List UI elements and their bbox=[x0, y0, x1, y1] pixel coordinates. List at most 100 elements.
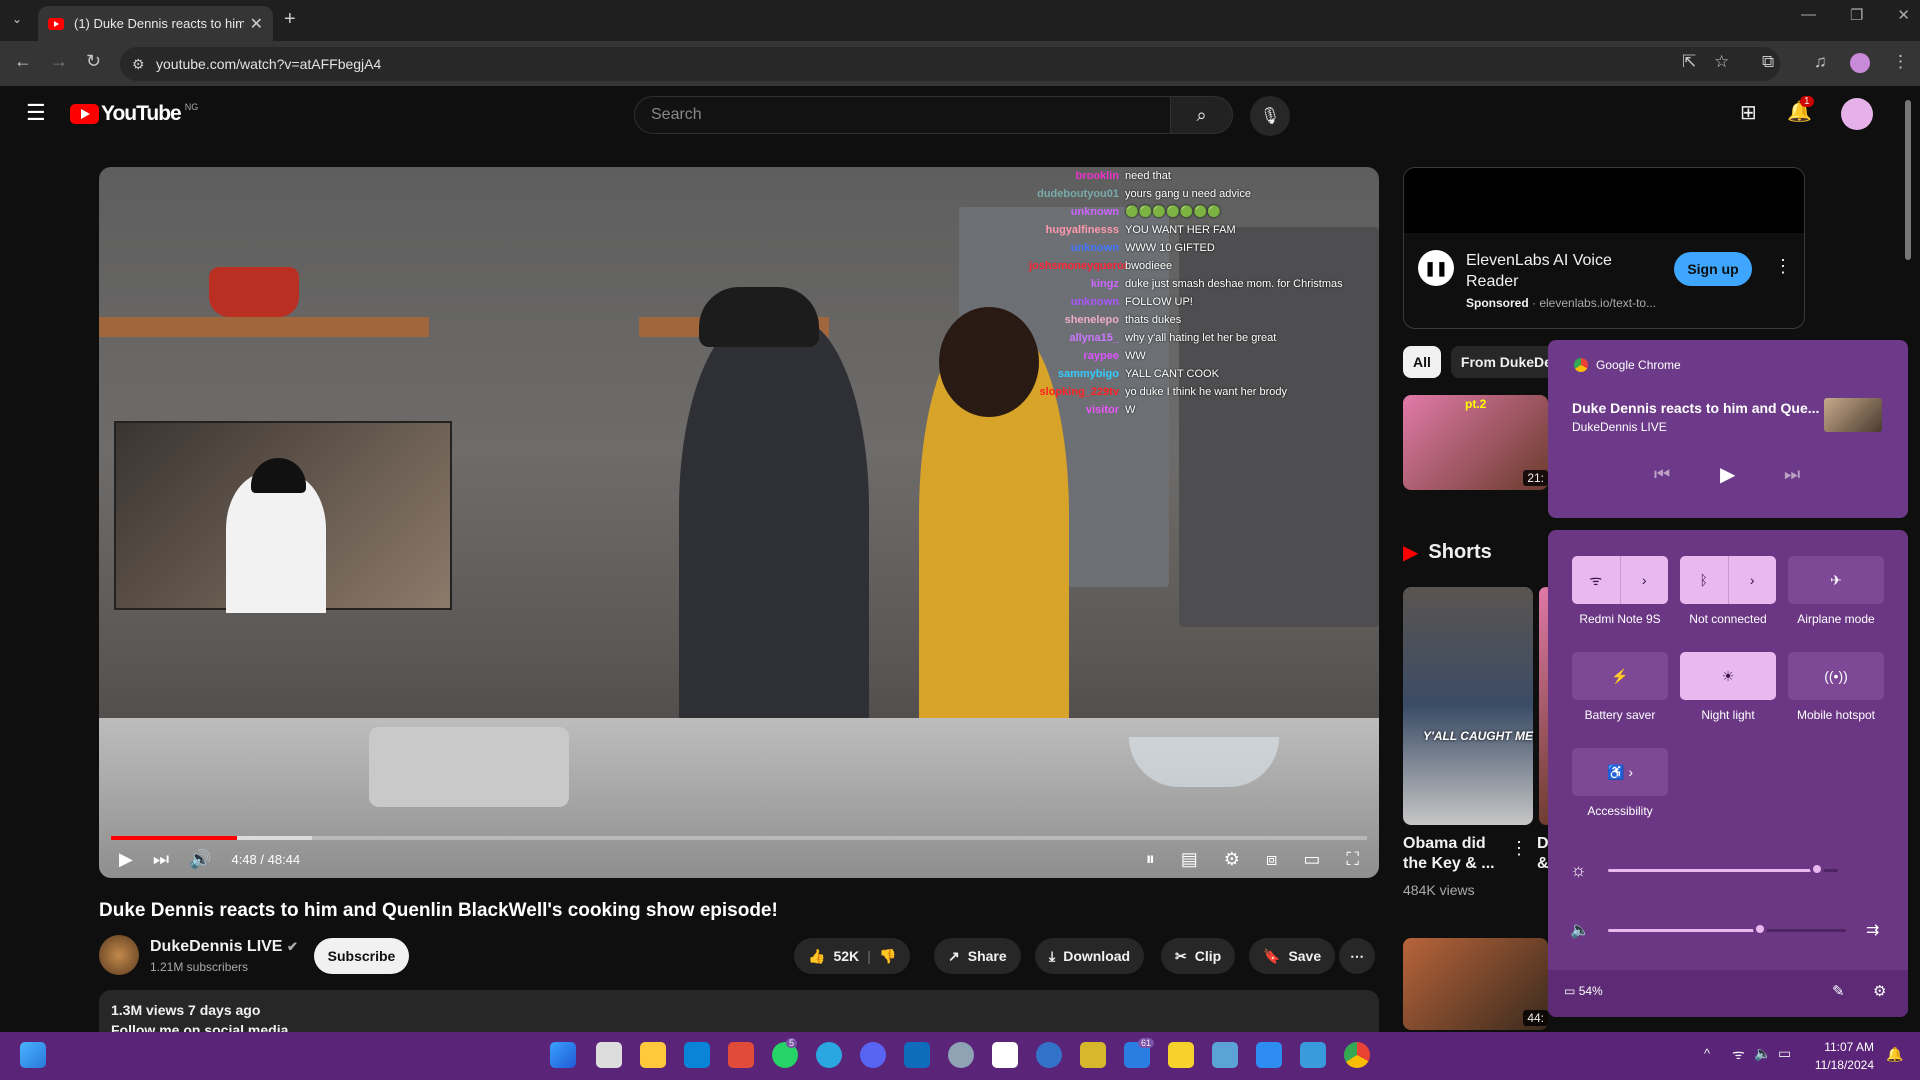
media-control-icon[interactable]: ♫ bbox=[1814, 52, 1827, 72]
profile-avatar[interactable] bbox=[1850, 53, 1870, 73]
wifi-chevron-icon[interactable]: › bbox=[1621, 572, 1669, 588]
close-window-icon[interactable]: ✕ bbox=[1897, 6, 1910, 24]
forward-icon[interactable]: → bbox=[50, 51, 68, 72]
media-previous-icon[interactable]: ⏮ bbox=[1654, 464, 1670, 485]
app-grid-icon[interactable] bbox=[1080, 1042, 1106, 1068]
play-icon[interactable]: ▶ bbox=[119, 849, 133, 870]
store-icon[interactable] bbox=[992, 1042, 1018, 1068]
chip-all[interactable]: All bbox=[1403, 346, 1441, 378]
battery-tray-icon[interactable]: ▭ bbox=[1778, 1045, 1791, 1062]
sponsored-ad-card[interactable]: ❚❚ ElevenLabs AI Voice Reader Sponsored … bbox=[1403, 167, 1805, 329]
airplane-mode-tile[interactable]: ✈ bbox=[1788, 556, 1884, 604]
ad-signup-button[interactable]: Sign up bbox=[1674, 252, 1752, 286]
youtube-logo[interactable]: YouTube NG bbox=[70, 102, 198, 126]
media-next-icon[interactable]: ⏭ bbox=[1784, 464, 1800, 485]
brightness-slider[interactable] bbox=[1608, 869, 1838, 872]
related-video-thumbnail-2[interactable]: 44: bbox=[1403, 938, 1548, 1030]
subscribe-button[interactable]: Subscribe bbox=[314, 938, 409, 974]
volume-tray-icon[interactable]: 🔈 bbox=[1754, 1045, 1771, 1062]
scrollbar-thumb[interactable] bbox=[1905, 100, 1911, 260]
wifi-tray-icon[interactable]: ᯤ bbox=[1732, 1045, 1745, 1064]
volume-slider[interactable] bbox=[1608, 929, 1846, 932]
azure-icon[interactable] bbox=[1300, 1042, 1326, 1068]
telegram-icon[interactable] bbox=[816, 1042, 842, 1068]
wifi-tile[interactable]: ᯤ › bbox=[1572, 556, 1668, 604]
discord-icon[interactable] bbox=[860, 1042, 886, 1068]
notification-center-icon[interactable]: 🔔 bbox=[1886, 1046, 1903, 1063]
chip-from-channel[interactable]: From DukeDe bbox=[1450, 346, 1562, 378]
task-view-icon[interactable] bbox=[596, 1042, 622, 1068]
subtitles-icon[interactable]: ▤ bbox=[1181, 849, 1198, 870]
show-hidden-icons[interactable]: ^ bbox=[1704, 1046, 1710, 1061]
extensions-icon[interactable]: ⧉ bbox=[1762, 52, 1774, 72]
short-menu-icon[interactable]: ⋮ bbox=[1510, 838, 1528, 859]
menu-dots-icon[interactable]: ⋮ bbox=[1892, 52, 1909, 72]
open-in-app-icon[interactable]: ⇱ bbox=[1682, 52, 1696, 72]
close-tab-icon[interactable]: ✕ bbox=[250, 14, 263, 34]
back-icon[interactable]: ← bbox=[14, 51, 32, 72]
search-input[interactable]: Search bbox=[634, 96, 1171, 134]
save-button[interactable]: 🔖 Save bbox=[1249, 938, 1336, 974]
sticky-notes-icon[interactable] bbox=[1168, 1042, 1194, 1068]
voice-search-button[interactable]: 🎙 bbox=[1250, 96, 1290, 136]
like-icon[interactable]: 👍 bbox=[808, 948, 825, 965]
minimize-icon[interactable]: — bbox=[1801, 6, 1816, 24]
related-video-thumbnail[interactable]: pt.2 21: bbox=[1403, 395, 1548, 490]
new-tab-button[interactable]: + bbox=[284, 8, 296, 31]
like-count[interactable]: 52K bbox=[833, 948, 859, 964]
address-bar[interactable]: ⚙ youtube.com/watch?v=atAFFbegjA4 bbox=[120, 47, 1780, 81]
theater-mode-icon[interactable]: ▭ bbox=[1303, 849, 1320, 870]
mobile-hotspot-tile[interactable]: ((•)) bbox=[1788, 652, 1884, 700]
volume-icon[interactable]: 🔊 bbox=[189, 849, 211, 870]
restore-icon[interactable]: ❐ bbox=[1850, 6, 1863, 24]
bookmark-star-icon[interactable]: ☆ bbox=[1714, 52, 1729, 72]
settings-icon[interactable]: ⚙ bbox=[1873, 982, 1886, 1000]
browser-tab[interactable]: (1) Duke Dennis reacts to him a ✕ bbox=[38, 6, 273, 41]
pdf-app-icon[interactable] bbox=[728, 1042, 754, 1068]
widgets-icon[interactable] bbox=[20, 1042, 46, 1068]
create-video-icon[interactable]: ⊞ bbox=[1740, 100, 1757, 125]
battery-saver-tile[interactable]: ⚡ bbox=[1572, 652, 1668, 700]
audio-output-icon[interactable]: ⇉ bbox=[1866, 920, 1879, 940]
ad-menu-icon[interactable]: ⋮ bbox=[1774, 256, 1792, 277]
clock[interactable]: 11:07 AM 11/18/2024 bbox=[1815, 1038, 1874, 1074]
edit-pencil-icon[interactable]: ✎ bbox=[1832, 982, 1845, 1000]
autoplay-toggle-icon[interactable]: ⏸ bbox=[1146, 849, 1155, 870]
settings-app-icon[interactable] bbox=[948, 1042, 974, 1068]
site-info-icon[interactable]: ⚙ bbox=[132, 56, 145, 73]
start-windows-icon[interactable] bbox=[550, 1042, 576, 1068]
share-button[interactable]: ↗ Share bbox=[934, 938, 1021, 974]
night-light-tile[interactable]: ☀ bbox=[1680, 652, 1776, 700]
settings-gear-icon[interactable]: ⚙ bbox=[1224, 849, 1240, 870]
channel-avatar[interactable] bbox=[99, 935, 139, 975]
clip-button[interactable]: ✂ Clip bbox=[1161, 938, 1236, 974]
bluetooth-tile[interactable]: ᛒ › bbox=[1680, 556, 1776, 604]
brightness-knob[interactable] bbox=[1809, 862, 1824, 876]
hamburger-menu-icon[interactable]: ☰ bbox=[26, 100, 46, 126]
search-button[interactable]: ⌕ bbox=[1170, 96, 1233, 134]
reload-icon[interactable]: ↻ bbox=[86, 51, 101, 72]
bluetooth-chevron-icon[interactable]: › bbox=[1729, 572, 1777, 588]
next-icon[interactable]: ⏭ bbox=[153, 849, 169, 870]
file-explorer-icon[interactable] bbox=[640, 1042, 666, 1068]
volume-knob[interactable] bbox=[1752, 922, 1767, 936]
short-thumbnail-1[interactable]: Y'ALL CAUGHT ME bbox=[1403, 587, 1533, 825]
media-play-icon[interactable]: ▶ bbox=[1720, 462, 1735, 487]
account-avatar[interactable] bbox=[1841, 98, 1873, 130]
short-title-1[interactable]: Obama did the Key & ... bbox=[1403, 834, 1503, 874]
description-box[interactable]: 1.3M views 7 days ago Follow me on socia… bbox=[99, 990, 1379, 1034]
chrome-taskbar-icon[interactable] bbox=[1344, 1042, 1370, 1068]
download-button[interactable]: ⤓ Download bbox=[1035, 938, 1145, 974]
ad-pause-icon[interactable]: ❚❚ bbox=[1418, 250, 1454, 286]
photos-icon[interactable] bbox=[1212, 1042, 1238, 1068]
more-actions-button[interactable]: ⋯ bbox=[1339, 938, 1375, 974]
fullscreen-icon[interactable]: ⛶ bbox=[1346, 849, 1359, 870]
dislike-icon[interactable]: 👎 bbox=[879, 948, 896, 965]
tab-search-icon[interactable]: ⌄ bbox=[12, 12, 22, 26]
outlook-icon[interactable] bbox=[904, 1042, 930, 1068]
channel-name[interactable]: DukeDennis LIVE ✔ bbox=[150, 938, 298, 956]
miniplayer-icon[interactable]: ⧈ bbox=[1266, 849, 1277, 870]
snipping-tool-icon[interactable] bbox=[1256, 1042, 1282, 1068]
video-player[interactable]: brooklin need that dudeboutyou01 yours gang… bbox=[99, 167, 1379, 878]
accessibility-tile[interactable]: ♿ › bbox=[1572, 748, 1668, 796]
